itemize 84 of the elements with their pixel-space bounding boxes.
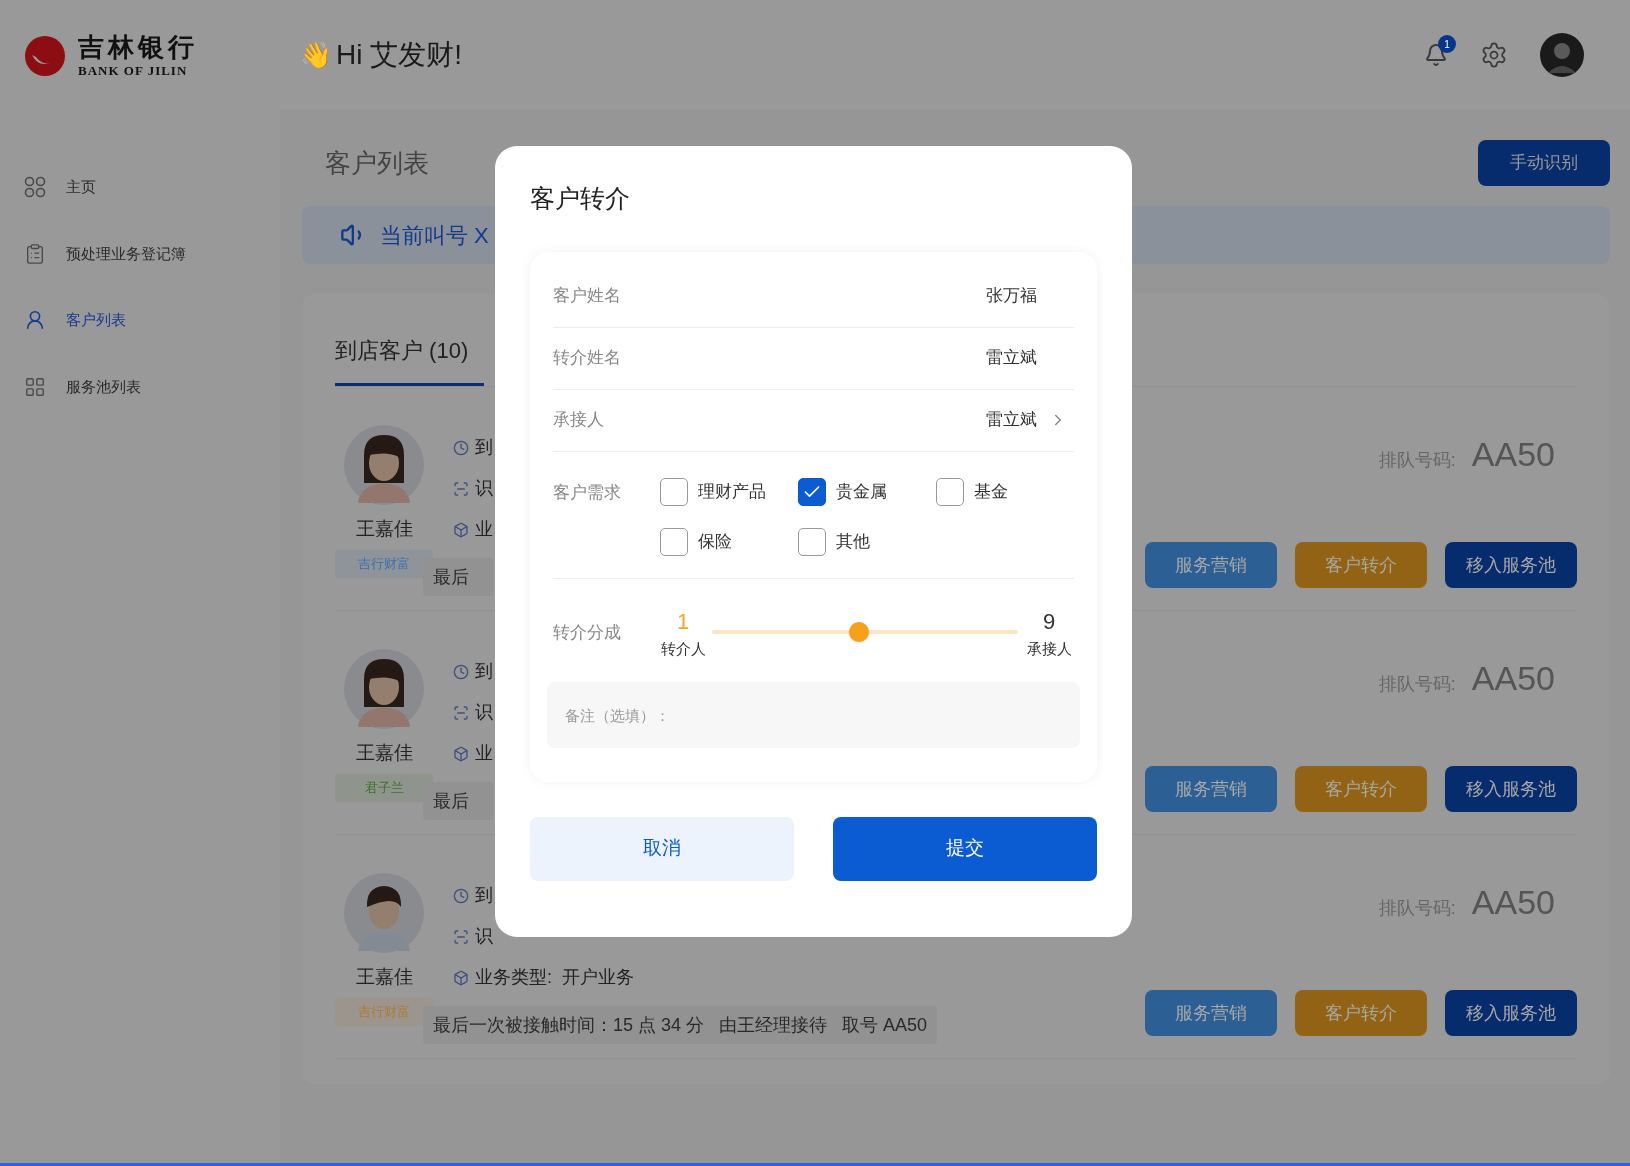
checkbox-label: 基金: [974, 480, 1008, 503]
checkbox[interactable]: [936, 477, 964, 506]
cube-icon: [453, 745, 469, 762]
action-button[interactable]: 服务营销: [1145, 542, 1277, 588]
scan-icon: [453, 928, 469, 945]
greeting: Hi 艾发财!: [336, 38, 462, 72]
cube-icon: [453, 521, 469, 538]
referrer-label: 转介人: [660, 638, 706, 659]
checkbox-label: 理财产品: [698, 480, 766, 503]
checkbox-label: 保险: [698, 530, 732, 553]
slider-thumb[interactable]: [848, 622, 869, 643]
wave-icon: 👋: [300, 35, 332, 75]
picker-field[interactable]: 雷立斌: [986, 407, 1074, 433]
notice-text: 当前叫号 X: [380, 221, 489, 250]
customer-info: 业务类型: 开户业务: [475, 966, 634, 989]
queue-number: AA50: [1471, 658, 1555, 699]
remark-field[interactable]: 备注（选填）：: [547, 682, 1080, 748]
notification-badge: 1: [1438, 35, 1456, 53]
split-slider[interactable]: [712, 622, 1018, 643]
last-contact: 最后: [423, 782, 493, 820]
checkbox[interactable]: [660, 527, 688, 556]
field-label: 转介姓名: [553, 347, 621, 370]
checkbox[interactable]: [660, 477, 688, 506]
customer-name: 王嘉佳: [355, 965, 413, 989]
last-contact: 最后: [423, 558, 493, 596]
action-button[interactable]: 服务营销: [1145, 766, 1277, 812]
customer-info: 业: [475, 518, 493, 541]
customer-tag: 吉行财富: [335, 997, 433, 1026]
grid-icon: [24, 176, 46, 199]
profile-avatar[interactable]: [1540, 33, 1584, 77]
checkbox[interactable]: [798, 477, 826, 506]
last-contact: 最后一次被接触时间：15 点 34 分 由王经理接待 取号 AA50: [423, 1006, 938, 1044]
grid-icon: [24, 375, 46, 398]
customer-name: 王嘉佳: [355, 517, 413, 541]
cube-icon: [453, 969, 469, 986]
logo-name: 吉林银行: [78, 33, 198, 60]
sidebar-item[interactable]: 预处理业务登记簿: [24, 242, 280, 265]
customer-info: 业: [475, 742, 493, 765]
page-title: 客户列表: [325, 146, 429, 180]
action-button[interactable]: 移入服务池: [1445, 766, 1577, 812]
action-button[interactable]: 服务营销: [1145, 990, 1277, 1036]
clock-icon: [453, 439, 469, 456]
dialog-title: 客户转介: [530, 183, 631, 214]
logo-subtitle: BANK OF JILIN: [78, 63, 189, 77]
scan-icon: [453, 480, 469, 497]
clock-icon: [453, 663, 469, 680]
sidebar-item[interactable]: 主页: [24, 176, 280, 199]
field-label: 客户姓名: [553, 285, 621, 308]
tab[interactable]: 到店客户 (10): [335, 334, 485, 386]
checkbox-label: 贵金属: [836, 480, 887, 503]
referrer-share: 1: [676, 607, 690, 636]
clock-icon: [453, 887, 469, 904]
sidebar-item[interactable]: 服务池列表: [24, 375, 280, 398]
queue-number: AA50: [1471, 434, 1555, 475]
field-label: 转介分成: [553, 621, 622, 644]
field-value: 雷立斌: [986, 347, 1037, 370]
sidebar-item[interactable]: 客户列表: [24, 309, 280, 332]
action-button[interactable]: 移入服务池: [1445, 990, 1577, 1036]
customer-info: 到: [475, 884, 493, 907]
logo-icon: [24, 33, 66, 77]
receiver-share: 9: [1042, 607, 1056, 636]
action-button[interactable]: 移入服务池: [1445, 542, 1577, 588]
queue-number: AA50: [1471, 882, 1555, 923]
field-label: 承接人: [553, 409, 604, 432]
customer-tag: 吉行财富: [335, 549, 433, 578]
customer-info: 识: [475, 701, 493, 724]
clipboard-icon: [24, 242, 46, 265]
user-icon: [24, 309, 46, 332]
receiver-label: 承接人: [1026, 638, 1072, 659]
customer-name: 王嘉佳: [355, 741, 413, 765]
cancel-button[interactable]: 取消: [530, 816, 794, 881]
scan-icon: [453, 704, 469, 721]
customer-info: 到: [475, 660, 493, 683]
customer-tag: 君子兰: [335, 773, 433, 802]
customer-info: 到: [475, 436, 493, 459]
settings-icon[interactable]: [1480, 41, 1508, 69]
customer-info: 识: [475, 925, 493, 948]
field-value: 张万福: [986, 285, 1037, 308]
checkbox[interactable]: [798, 527, 826, 556]
field-label: 客户需求: [553, 481, 622, 504]
checkbox-label: 其他: [836, 530, 870, 553]
manual-identify-button[interactable]: 手动识别: [1478, 140, 1610, 186]
submit-button[interactable]: 提交: [833, 816, 1097, 881]
customer-info: 识: [475, 477, 493, 500]
